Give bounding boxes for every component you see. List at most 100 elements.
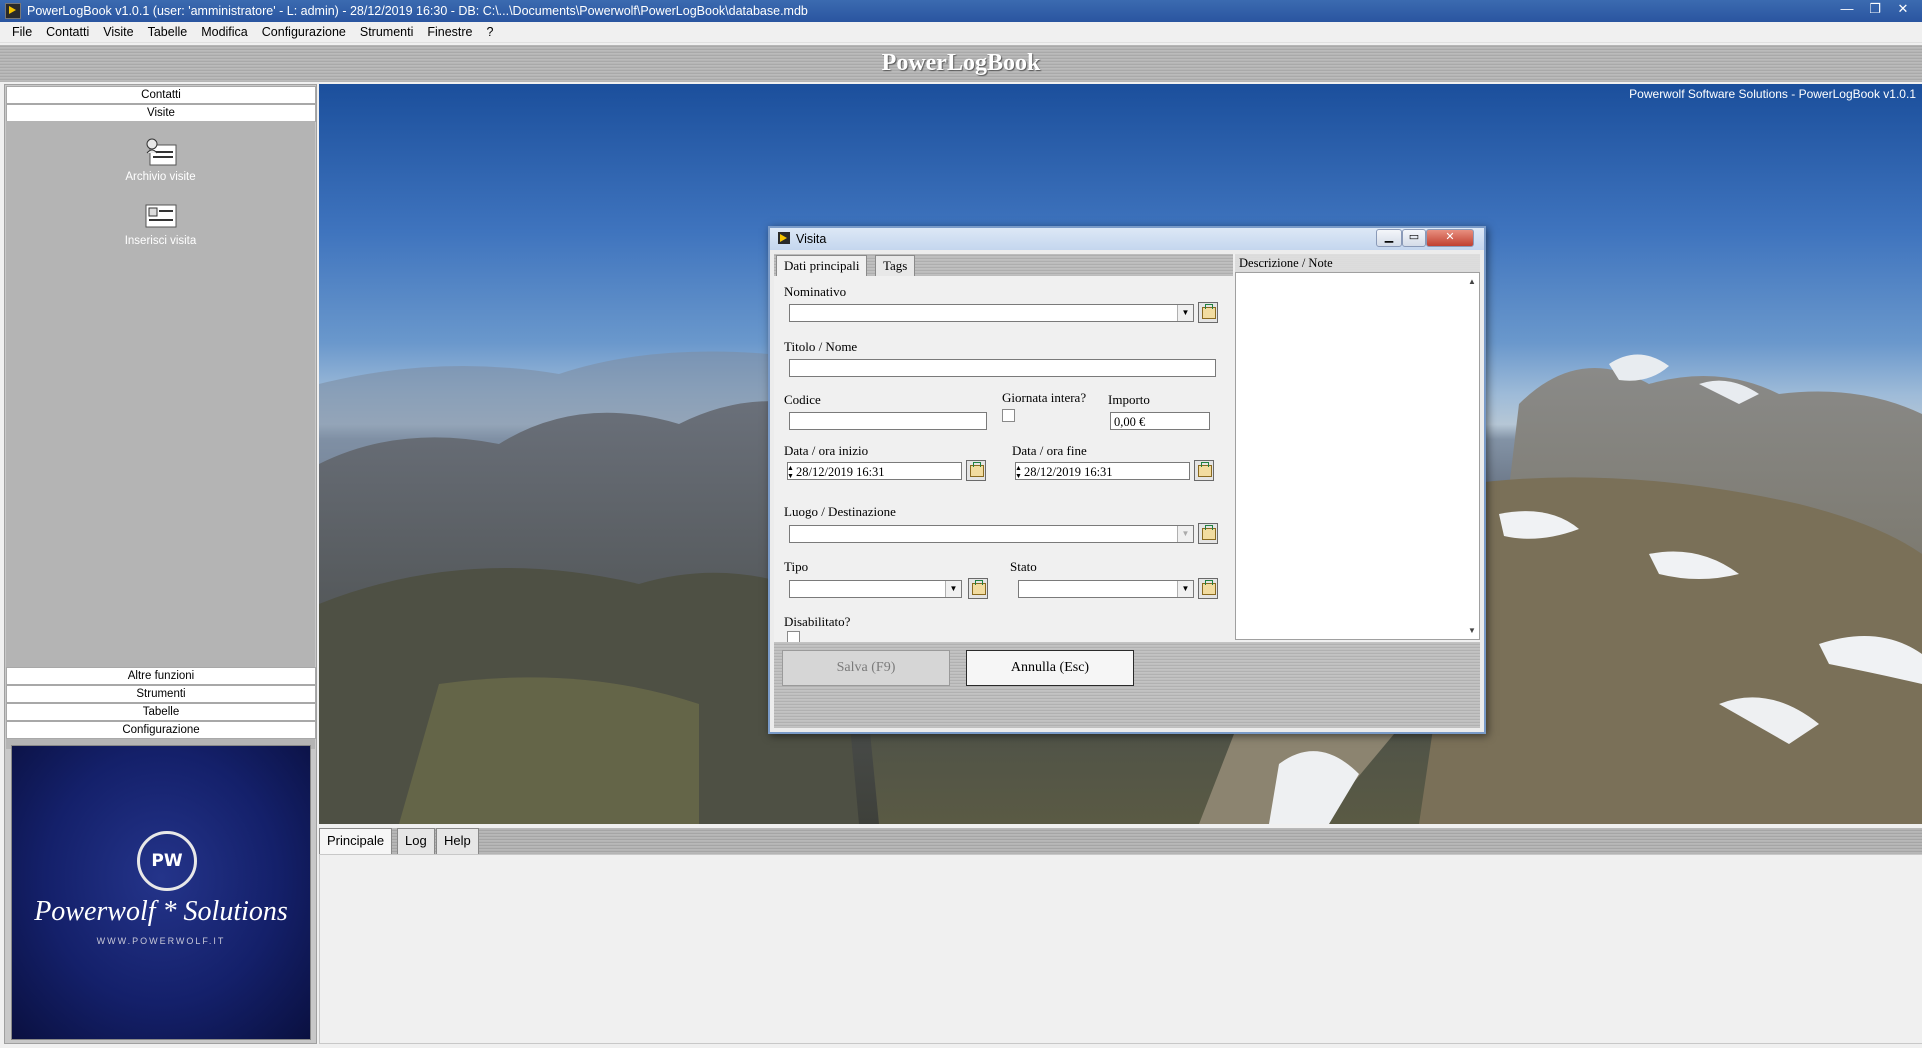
luogo-picker-button[interactable] — [1198, 523, 1218, 544]
chevron-down-icon[interactable]: ▼ — [1177, 581, 1193, 597]
app-banner: PowerLogBook — [0, 45, 1922, 82]
menu-contatti[interactable]: Contatti — [39, 25, 96, 39]
window-titlebar: PowerLogBook v1.0.1 (user: 'amministrato… — [0, 0, 1922, 22]
codice-label: Codice — [784, 392, 821, 407]
tipo-label: Tipo — [784, 559, 809, 574]
sidebar-section-strumenti[interactable]: Strumenti — [6, 685, 316, 703]
dialog-tab-strip: Dati principali Tags — [774, 254, 1233, 278]
logo-brand: Powerwolf * Solutions — [34, 896, 288, 927]
importo-input[interactable]: 0,00 € — [1110, 412, 1210, 430]
calendar-icon — [970, 462, 984, 477]
logo-url: WWW.POWERWOLF.IT — [96, 936, 226, 946]
notes-textarea[interactable]: ▲ ▼ — [1235, 272, 1480, 640]
archive-visits-label: Archivio visite — [125, 171, 196, 183]
restore-button[interactable]: ❐ — [1862, 0, 1888, 18]
data-inizio-input[interactable]: ▲ ▼ 28/12/2019 16:31 — [787, 462, 962, 480]
dialog-titlebar: Visita ▁ ▭ ✕ — [770, 228, 1484, 250]
calendar-icon — [1198, 462, 1212, 477]
luogo-combo[interactable]: ▼ — [789, 525, 1194, 543]
minimize-button[interactable]: — — [1834, 0, 1860, 18]
bottom-panel — [319, 854, 1922, 1044]
data-inizio-picker-button[interactable] — [966, 460, 986, 481]
save-button[interactable]: Salva (F9) — [782, 650, 950, 686]
chevron-down-icon[interactable]: ▼ — [1177, 305, 1193, 321]
menu-finestre[interactable]: Finestre — [420, 25, 479, 39]
menu-strumenti[interactable]: Strumenti — [353, 25, 421, 39]
tab-principale[interactable]: Principale — [319, 828, 393, 855]
dialog-app-icon — [778, 232, 790, 244]
importo-label: Importo — [1108, 392, 1150, 407]
stato-combo[interactable]: ▼ — [1018, 580, 1194, 598]
tab-tags[interactable]: Tags — [875, 255, 916, 277]
luogo-label: Luogo / Destinazione — [784, 504, 896, 519]
titolo-input[interactable] — [789, 359, 1216, 377]
chevron-down-icon[interactable]: ▼ — [1177, 526, 1193, 542]
titolo-label: Titolo / Nome — [784, 339, 858, 354]
insert-visit-tool[interactable]: Inserisci visita — [6, 201, 315, 247]
dialog-body: Dati principali Tags Nominativo ▼ Titolo… — [774, 254, 1480, 728]
sidebar: Contatti Visite Archivio visite Inserisc… — [4, 84, 317, 1044]
folder-icon — [1202, 304, 1216, 319]
dialog-maximize-button[interactable]: ▭ — [1402, 229, 1426, 247]
menu-help[interactable]: ? — [480, 25, 501, 39]
insert-visit-label: Inserisci visita — [124, 235, 197, 247]
data-inizio-label: Data / ora inizio — [784, 443, 869, 458]
copyright-text: Powerwolf Software Solutions - PowerLogB… — [1629, 87, 1916, 101]
sidebar-section-altre-funzioni[interactable]: Altre funzioni — [6, 667, 316, 685]
app-icon — [5, 3, 21, 19]
nominativo-combo[interactable]: ▼ — [789, 304, 1194, 322]
notes-header: Descrizione / Note — [1235, 254, 1480, 272]
folder-icon — [1202, 525, 1216, 540]
tipo-combo[interactable]: ▼ — [789, 580, 962, 598]
giornata-intera-checkbox[interactable] — [1002, 409, 1015, 422]
chevron-down-icon[interactable]: ▼ — [945, 581, 961, 597]
logo-initials: PW — [137, 831, 197, 891]
tab-help[interactable]: Help — [436, 828, 479, 855]
menu-bar: File Contatti Visite Tabelle Modifica Co… — [0, 22, 1922, 43]
sidebar-section-configurazione[interactable]: Configurazione — [6, 721, 316, 739]
stato-picker-button[interactable] — [1198, 578, 1218, 599]
data-fine-input[interactable]: ▲ ▼ 28/12/2019 16:31 — [1015, 462, 1190, 480]
menu-tabelle[interactable]: Tabelle — [141, 25, 195, 39]
scroll-down-icon[interactable]: ▼ — [1468, 626, 1476, 635]
stato-label: Stato — [1010, 559, 1037, 574]
codice-input[interactable] — [789, 412, 987, 430]
scroll-up-icon[interactable]: ▲ — [1468, 277, 1476, 286]
dialog-title: Visita — [796, 232, 827, 246]
menu-file[interactable]: File — [0, 25, 39, 39]
tab-dati-principali[interactable]: Dati principali — [776, 255, 868, 278]
cancel-button[interactable]: Annulla (Esc) — [966, 650, 1134, 686]
data-fine-picker-button[interactable] — [1194, 460, 1214, 481]
window-title: PowerLogBook v1.0.1 (user: 'amministrato… — [27, 4, 808, 18]
archive-visits-icon — [144, 137, 178, 167]
disabilitato-label: Disabilitato? — [784, 614, 851, 629]
folder-icon — [972, 580, 986, 595]
menu-configurazione[interactable]: Configurazione — [255, 25, 353, 39]
menu-modifica[interactable]: Modifica — [194, 25, 255, 39]
close-button[interactable]: ✕ — [1890, 0, 1916, 18]
archive-visits-tool[interactable]: Archivio visite — [6, 137, 315, 183]
nominativo-label: Nominativo — [784, 284, 847, 299]
dialog-minimize-button[interactable]: ▁ — [1376, 229, 1402, 247]
nominativo-picker-button[interactable] — [1198, 302, 1218, 323]
giornata-intera-label: Giornata intera? — [1002, 390, 1087, 405]
notes-scrollbar[interactable]: ▲ ▼ — [1465, 273, 1479, 639]
dialog-button-bar: Salva (F9) Annulla (Esc) — [774, 642, 1480, 728]
sidebar-section-visite[interactable]: Visite — [6, 104, 316, 122]
company-logo: PW Powerwolf * Solutions WWW.POWERWOLF.I… — [11, 745, 311, 1040]
insert-visit-icon — [144, 201, 178, 231]
sidebar-section-tabelle[interactable]: Tabelle — [6, 703, 316, 721]
visita-dialog: Visita ▁ ▭ ✕ Dati principali Tags Nomina… — [768, 226, 1486, 734]
spinner-icon[interactable]: ▲ ▼ — [1015, 464, 1022, 480]
menu-visite[interactable]: Visite — [96, 25, 140, 39]
spinner-icon[interactable]: ▲ ▼ — [787, 464, 794, 480]
bottom-tab-strip: Principale Log Help — [319, 828, 1922, 855]
sidebar-tools-area: Archivio visite Inserisci visita — [6, 121, 315, 749]
tab-log[interactable]: Log — [397, 828, 435, 855]
sidebar-section-contatti[interactable]: Contatti — [6, 86, 316, 104]
folder-icon — [1202, 580, 1216, 595]
data-fine-label: Data / ora fine — [1012, 443, 1087, 458]
main-form: Nominativo ▼ Titolo / Nome Codice Giorna… — [774, 276, 1233, 644]
tipo-picker-button[interactable] — [968, 578, 988, 599]
dialog-close-button[interactable]: ✕ — [1426, 229, 1474, 247]
